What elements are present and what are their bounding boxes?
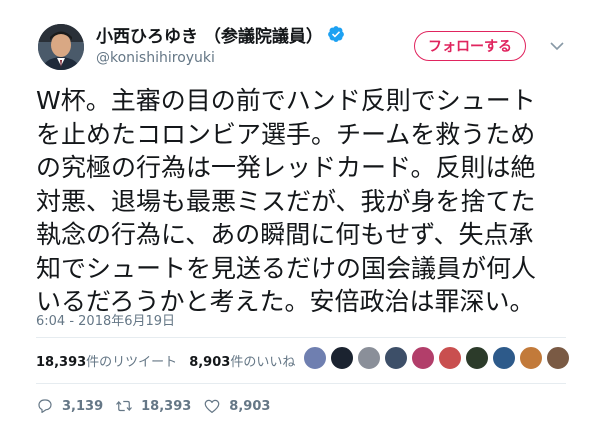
liker-avatar[interactable] bbox=[384, 346, 408, 370]
liker-avatar[interactable] bbox=[465, 346, 489, 370]
politician-portrait-icon bbox=[38, 24, 84, 70]
reply-icon bbox=[38, 399, 52, 413]
tweet-text: W杯。主審の目の前でハンド反則でシュート を止めたコロンビア選手。チームを救うた… bbox=[36, 84, 571, 319]
liker-avatar[interactable] bbox=[519, 346, 543, 370]
tweet-text-line: 知でシュートを見送るだけの国会議員が何人 bbox=[36, 253, 537, 283]
liker-avatar[interactable] bbox=[492, 346, 516, 370]
liker-avatar[interactable] bbox=[438, 346, 462, 370]
liker-avatar[interactable] bbox=[546, 346, 570, 370]
author-name-row: 小西ひろゆき （参議院議員） bbox=[96, 22, 345, 47]
reply-action[interactable]: 3,139 bbox=[36, 397, 103, 415]
liker-avatar[interactable] bbox=[303, 346, 327, 370]
retweet-count: 18,393 bbox=[141, 398, 192, 414]
heart-icon bbox=[204, 399, 220, 413]
tweet-actions: 3,139 18,393 8,903 bbox=[36, 397, 282, 415]
retweets-count: 18,393 bbox=[36, 355, 87, 370]
like-action[interactable]: 8,903 bbox=[203, 397, 270, 415]
author-display-name[interactable]: 小西ひろゆき （参議院議員） bbox=[96, 22, 323, 47]
tweet-text-line: 執念の行為に、あの瞬間に何もせず、失点承 bbox=[36, 220, 534, 249]
divider bbox=[36, 383, 566, 384]
reply-count: 3,139 bbox=[62, 398, 104, 414]
chevron-down-icon[interactable] bbox=[549, 38, 565, 54]
liker-avatars bbox=[303, 346, 573, 372]
retweets-stat[interactable]: 18,393件のリツイート bbox=[36, 351, 177, 370]
author-avatar[interactable] bbox=[38, 24, 84, 70]
tweet-text-line: W杯。主審の目の前でハンド反則でシュート bbox=[36, 86, 536, 115]
liker-avatar[interactable] bbox=[330, 346, 354, 370]
tweet-text-line: 対悪、退場も最悪ミスだが、我が身を捨てた bbox=[36, 186, 536, 216]
retweets-label: 件のリツイート bbox=[86, 355, 178, 370]
tweet-timestamp[interactable]: 6:04 - 2018年6月19日 bbox=[36, 310, 175, 329]
likes-count: 8,903 bbox=[189, 355, 231, 370]
tweet-text-line: を止めたコロンビア選手。チームを救うため bbox=[36, 119, 536, 149]
liker-avatar[interactable] bbox=[411, 346, 435, 370]
retweet-icon bbox=[116, 400, 133, 412]
likes-stat[interactable]: 8,903件のいいね bbox=[189, 351, 295, 370]
verified-badge-icon bbox=[328, 26, 344, 42]
retweet-action[interactable]: 18,393 bbox=[115, 397, 191, 415]
tweet-text-line: の究極の行為は一発レッドカード。反則は絶 bbox=[36, 153, 536, 182]
tweet-card: 小西ひろゆき （参議院議員） @konishihiroyuki フォローする W… bbox=[0, 0, 600, 432]
author-handle[interactable]: @konishihiroyuki bbox=[96, 50, 215, 66]
divider bbox=[36, 337, 566, 338]
likes-label: 件のいいね bbox=[230, 355, 296, 370]
follow-button[interactable]: フォローする bbox=[414, 31, 526, 61]
like-count: 8,903 bbox=[229, 398, 271, 414]
engagement-stats: 18,393件のリツイート 8,903件のいいね bbox=[36, 351, 295, 370]
liker-avatar[interactable] bbox=[357, 346, 381, 370]
